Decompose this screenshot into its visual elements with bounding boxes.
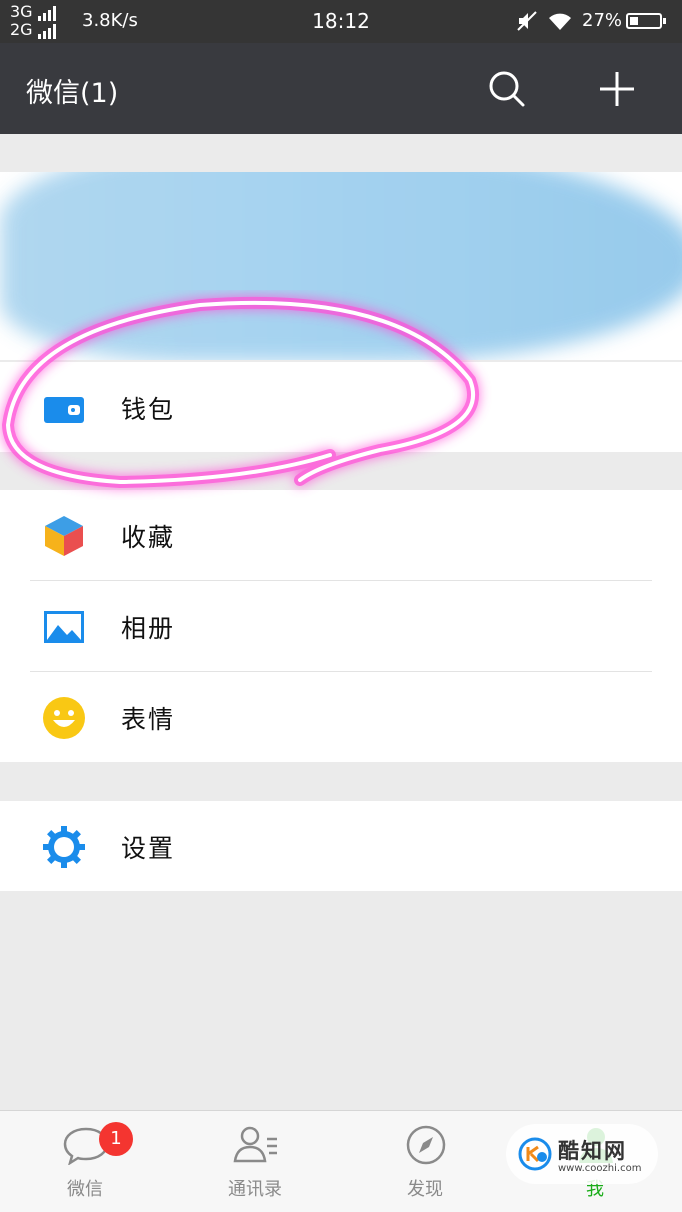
gear-icon [43,826,85,868]
menu-item-favorites[interactable]: 收藏 [0,490,682,580]
tab-label: 微信 [67,1179,103,1200]
watermark-logo-icon [518,1137,552,1171]
menu-item-album[interactable]: 相册 [0,581,682,671]
tab-discover[interactable]: 发现 [340,1111,510,1211]
tab-contacts[interactable]: 通讯录 [170,1111,340,1211]
watermark: 酷知网 www.coozhi.com [506,1124,658,1184]
battery-level [630,17,638,25]
page-title: 微信(1) [26,78,119,109]
watermark-url: www.coozhi.com [558,1162,642,1174]
menu-item-label: 表情 [121,705,176,734]
tab-label: 通讯录 [228,1179,282,1200]
title-bar: 微信(1) [0,43,682,134]
battery-icon [626,13,666,29]
tab-label: 发现 [407,1179,443,1200]
menu-item-label: 收藏 [121,523,176,552]
menu-item-label: 设置 [121,834,176,863]
menu-item-stickers[interactable]: 表情 [0,672,682,762]
battery-percent: 27% [582,10,623,31]
wallet-group: 钱包 [0,362,682,452]
profile-card[interactable] [0,172,682,360]
mute-icon [517,11,537,31]
wifi-icon [549,13,571,30]
menu-item-settings[interactable]: 设置 [0,801,682,891]
compass-icon [406,1125,446,1165]
search-icon[interactable] [487,69,527,109]
clock: 18:12 [312,9,370,33]
settings-group: 设置 [0,801,682,891]
unread-badge: 1 [99,1122,133,1156]
watermark-name: 酷知网 [558,1138,627,1163]
tab-chats[interactable]: 1 微信 [0,1111,170,1211]
contacts-icon [233,1126,277,1163]
photo-icon [44,611,84,643]
wallet-icon [44,397,84,423]
blurred-profile-overlay [0,172,682,360]
status-bar: 3G 2G 3.8K/s 18:12 27% [0,0,682,43]
add-icon[interactable] [598,70,636,108]
menu-item-wallet[interactable]: 钱包 [0,362,682,452]
cube-icon [45,516,83,556]
smiley-icon [43,697,85,739]
collections-group: 收藏 相册 表情 [0,490,682,762]
menu-item-label: 钱包 [121,395,176,424]
menu-item-label: 相册 [121,614,176,643]
